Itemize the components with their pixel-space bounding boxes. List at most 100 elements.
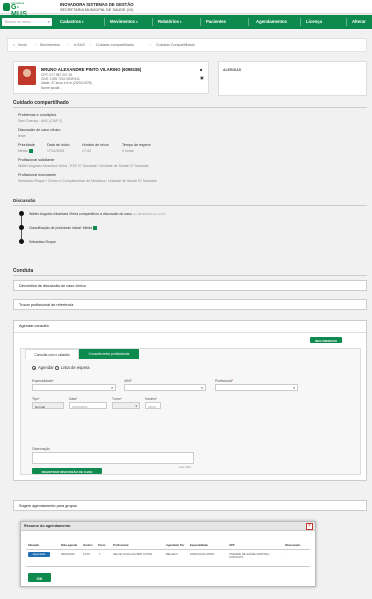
turno-select[interactable]: ▾ [112, 402, 140, 409]
timeline-dot [19, 239, 24, 244]
radio-agendar[interactable] [32, 366, 36, 370]
option-devolutiva[interactable]: Devolutiva de discussão de caso clínico [13, 280, 367, 291]
timeline-dot [19, 225, 24, 230]
tipo-label: Tipo* [32, 397, 40, 401]
folder-icon[interactable]: ■ [200, 67, 206, 72]
horario-input[interactable]: 08:00 [145, 402, 161, 409]
agendar-title: Agendar consulta [19, 324, 49, 328]
nav-cadastros[interactable]: Cadastros▾ [60, 19, 84, 24]
nav-movimentos[interactable]: Movimentos▾ [110, 19, 138, 24]
turno-label: Turno* [112, 397, 122, 401]
option-label: Devolutiva de discussão de caso clínico [19, 284, 87, 288]
gmus-logo[interactable]: Inovadora G-MUS [3, 1, 30, 18]
patient-actions: ■ ▣ [200, 67, 206, 83]
search-icon[interactable]: ⌕ [111, 385, 113, 390]
agendar-consulta-panel: Agendar consulta INCLUIR/NOVO Consulta c… [13, 320, 367, 481]
timeline-dot [19, 211, 24, 216]
radio-agendar-label: Agendar [38, 365, 54, 370]
entry-date: em 08/06/2025 às 10:51 [132, 212, 166, 216]
nav-alterar[interactable]: Alterar [352, 19, 366, 24]
cuidado-section-title: Cuidado compartilhado [13, 100, 69, 106]
executor-label: Profissional executante [18, 173, 57, 177]
option-sugerir-agendamento[interactable]: Sugerir agendamento para grupos [13, 500, 367, 511]
menu-search-input[interactable]: Buscar no menu... ⌕ [2, 18, 52, 26]
priority-color-icon [28, 149, 33, 154]
col-agendado-por: Agendado Por [166, 544, 185, 547]
priority-color-icon [93, 226, 98, 231]
profissional-input[interactable] [215, 384, 298, 391]
input-value: 08:00 [148, 404, 156, 409]
nav-divider [200, 18, 201, 26]
breadcrumb-current: Cuidado Compartilhado [156, 43, 195, 47]
status-badge: Agendado [28, 552, 50, 557]
row-ups: UNIDADE DE SAÚDE CENTRAL / CONSULTA [229, 553, 271, 560]
search-icon[interactable]: ⌕ [201, 385, 203, 390]
row-turno: T [99, 553, 101, 556]
search-icon[interactable]: ⌕ [293, 385, 295, 390]
nav-label: Movimentos [110, 19, 136, 24]
required-marker: * [120, 397, 122, 401]
breadcrumb: ⌂ Início › Movimentos › e-SUS › Cuidado … [7, 38, 367, 52]
search-icon: ⌕ [47, 19, 50, 24]
row-by: BELGEVI [166, 553, 178, 556]
nav-pacientes[interactable]: Pacientes [206, 19, 226, 24]
nav-label: Pacientes [206, 19, 227, 24]
breadcrumb-inicio[interactable]: Início [18, 43, 27, 47]
col-data-agenda: Data agenda [61, 544, 77, 547]
data-input[interactable]: 05/06/2025 [69, 402, 107, 409]
org-sub: SECRETARIA MUNICIPAL DE SAÚDE (10) [60, 8, 134, 12]
discussao-section-title: Discussão [13, 198, 36, 203]
observacao-textarea[interactable] [32, 452, 194, 464]
divider [26, 549, 310, 550]
wait-label: Tempo de espera [122, 143, 151, 147]
breadcrumb-cuidado[interactable]: Cuidado compartilhado [96, 43, 134, 47]
nav-label: Relatórios [158, 19, 180, 24]
horario-label: Horário* [145, 397, 157, 401]
option-label: Trocar profissional de referência [19, 303, 74, 307]
start-date-label: Data de início [47, 143, 70, 147]
close-icon[interactable]: × [306, 523, 313, 530]
tab-consulta-profissionais[interactable]: Consulta entre profissionais [79, 349, 139, 359]
especialidade-input[interactable] [32, 384, 116, 391]
radio-lista-espera[interactable] [55, 366, 59, 370]
nav-label: Licença [306, 19, 323, 24]
patient-age: Idade: 47 anos e 6 m (20/01/1978) [41, 81, 92, 85]
breadcrumb-esus[interactable]: e-SUS [74, 43, 85, 47]
row-date: 08/06/2025 [61, 553, 75, 556]
label-text: UBS [124, 379, 131, 383]
tipo-select[interactable]: Normal [32, 402, 64, 409]
nav-label: Cadastros [60, 19, 82, 24]
entry-text: Walter Augusto Alcantara Vieira comparti… [29, 212, 132, 216]
col-situacao: Situação [28, 544, 40, 547]
modal-title: Resumo do agendamento [24, 524, 71, 528]
breadcrumb-movimentos[interactable]: Movimentos [40, 43, 60, 47]
chevron-down-icon: ▾ [135, 403, 137, 408]
registrar-discussao-button[interactable]: REGISTRAR DISCUSSÃO DE CASO [32, 468, 102, 474]
chevron-right-icon: › [150, 43, 152, 47]
divider [14, 332, 366, 333]
tab-consulta-cidadao[interactable]: Consulta com o cidadão [25, 349, 79, 359]
option-trocar-profissional[interactable]: Trocar profissional de referência [13, 299, 367, 310]
nav-agendamentos[interactable]: Agendamentos [256, 19, 287, 24]
problem-label: Problemas e condições [18, 113, 57, 117]
main-navbar: Buscar no menu... ⌕ Cadastros▾ Movimento… [0, 15, 372, 29]
print-icon[interactable]: ▣ [200, 75, 206, 80]
wait-value: 0 horas [122, 149, 134, 153]
ok-button[interactable]: OK [28, 573, 51, 582]
logo-mark-icon [3, 3, 10, 11]
nav-licenca[interactable]: Licença [306, 19, 322, 24]
home-icon[interactable]: ⌂ [13, 43, 15, 47]
ubs-input[interactable] [124, 384, 206, 391]
required-marker: * [75, 397, 78, 401]
nav-relatorios[interactable]: Relatórios▾ [158, 19, 182, 24]
resumo-agendamento-modal: Resumo do agendamento × Situação Data ag… [20, 521, 316, 587]
row-time: 12:00 [83, 553, 90, 556]
requester-value: Walter Augusto Alcantara Vieira - ESF 07… [18, 164, 149, 168]
timeline-entry-1: Walter Augusto Alcantara Vieira comparti… [29, 212, 165, 216]
timeline-entry-3: Sebastiao Roque [29, 240, 56, 244]
start-time-label: Horário de início [82, 143, 109, 147]
incluir-novo-button[interactable]: INCLUIR/NOVO [310, 337, 342, 343]
chevron-down-icon: ▾ [82, 20, 84, 24]
conduta-section-title: Conduta [13, 268, 34, 274]
search-placeholder: Buscar no menu... [5, 20, 34, 24]
